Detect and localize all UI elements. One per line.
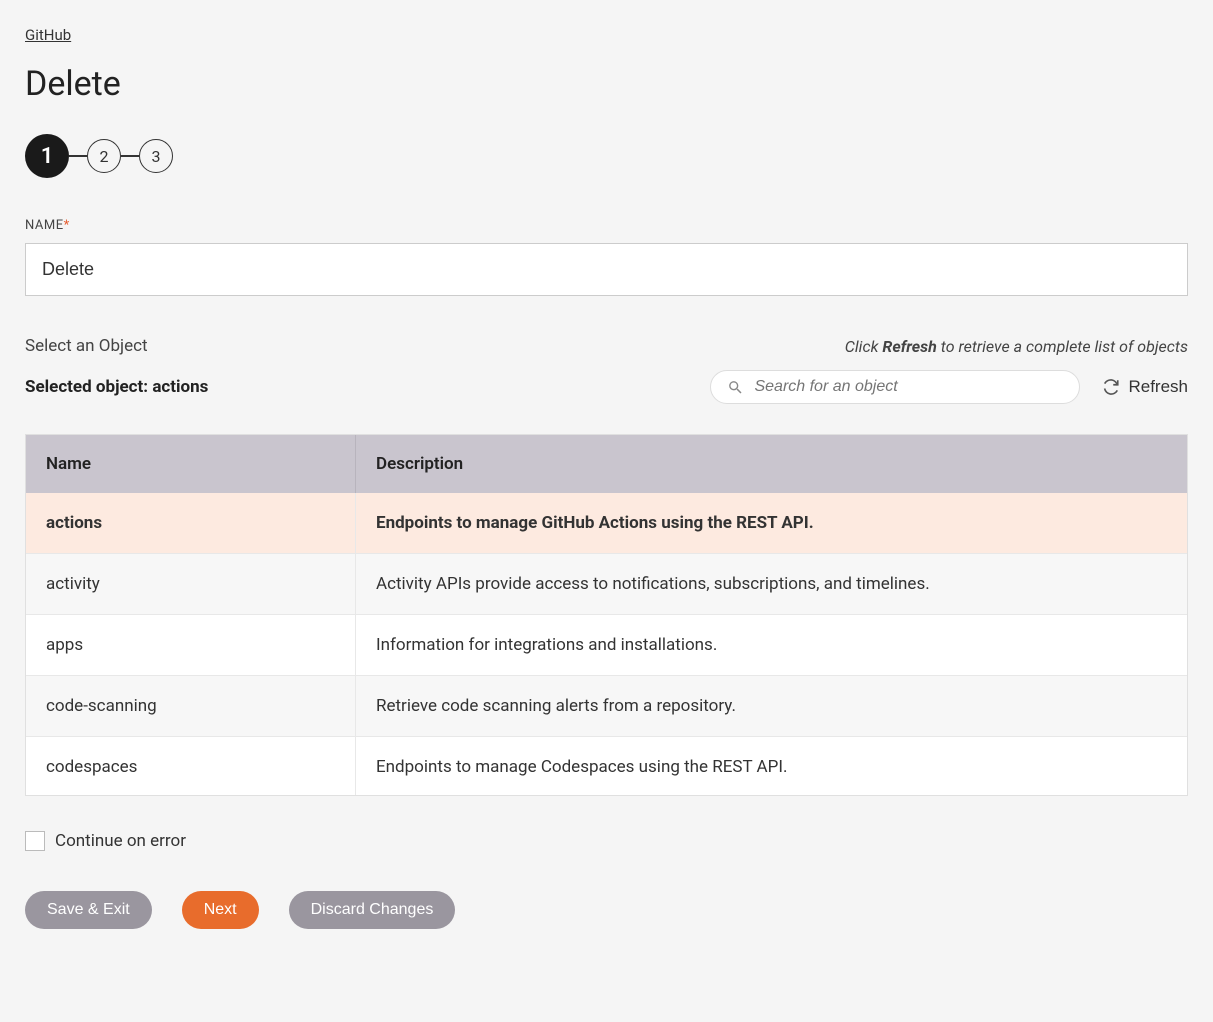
objects-table: Name Description actionsEndpoints to man… <box>25 434 1188 796</box>
search-icon <box>727 379 744 396</box>
cell-description: Retrieve code scanning alerts from a rep… <box>356 676 1187 736</box>
header-description: Description <box>356 435 1187 493</box>
cell-description: Endpoints to manage GitHub Actions using… <box>356 493 1187 553</box>
name-field-label: NAME* <box>25 218 1188 233</box>
search-input[interactable] <box>754 378 1063 396</box>
table-row[interactable]: actionsEndpoints to manage GitHub Action… <box>26 493 1187 554</box>
discard-button[interactable]: Discard Changes <box>289 891 456 929</box>
header-name: Name <box>26 435 356 493</box>
step-2[interactable]: 2 <box>87 139 121 173</box>
cell-name: actions <box>26 493 356 553</box>
selected-object-label: Selected object: actions <box>25 377 208 397</box>
step-1[interactable]: 1 <box>25 134 69 178</box>
cell-name: codespaces <box>26 737 356 795</box>
step-connector <box>69 155 87 157</box>
required-mark: * <box>64 218 70 233</box>
page-title: Delete <box>25 64 1188 104</box>
select-object-label: Select an Object <box>25 336 148 356</box>
table-row[interactable]: appsInformation for integrations and ins… <box>26 615 1187 676</box>
breadcrumb-link[interactable]: GitHub <box>25 26 71 44</box>
cell-name: activity <box>26 554 356 614</box>
refresh-hint: Click Refresh to retrieve a complete lis… <box>845 337 1188 356</box>
table-row[interactable]: activityActivity APIs provide access to … <box>26 554 1187 615</box>
hint-prefix: Click <box>845 337 883 356</box>
cell-description: Endpoints to manage Codespaces using the… <box>356 737 1187 795</box>
refresh-icon <box>1102 378 1120 396</box>
search-box[interactable] <box>710 370 1080 404</box>
table-row[interactable]: codespacesEndpoints to manage Codespaces… <box>26 737 1187 795</box>
refresh-button[interactable]: Refresh <box>1102 377 1188 397</box>
selected-value: actions <box>152 377 208 397</box>
continue-on-error-label: Continue on error <box>55 831 186 851</box>
name-label-text: NAME <box>25 218 64 233</box>
selected-prefix: Selected object: <box>25 377 152 397</box>
cell-name: code-scanning <box>26 676 356 736</box>
step-3[interactable]: 3 <box>139 139 173 173</box>
refresh-label: Refresh <box>1128 377 1188 397</box>
cell-description: Activity APIs provide access to notifica… <box>356 554 1187 614</box>
name-input[interactable] <box>25 243 1188 296</box>
hint-suffix: to retrieve a complete list of objects <box>937 337 1188 356</box>
table-row[interactable]: code-scanningRetrieve code scanning aler… <box>26 676 1187 737</box>
table-body[interactable]: actionsEndpoints to manage GitHub Action… <box>26 493 1187 795</box>
table-header: Name Description <box>26 435 1187 493</box>
stepper: 1 2 3 <box>25 134 1188 178</box>
save-exit-button[interactable]: Save & Exit <box>25 891 152 929</box>
step-connector <box>121 155 139 157</box>
cell-name: apps <box>26 615 356 675</box>
continue-on-error-checkbox[interactable] <box>25 831 45 851</box>
cell-description: Information for integrations and install… <box>356 615 1187 675</box>
hint-bold: Refresh <box>882 337 936 356</box>
next-button[interactable]: Next <box>182 891 259 929</box>
